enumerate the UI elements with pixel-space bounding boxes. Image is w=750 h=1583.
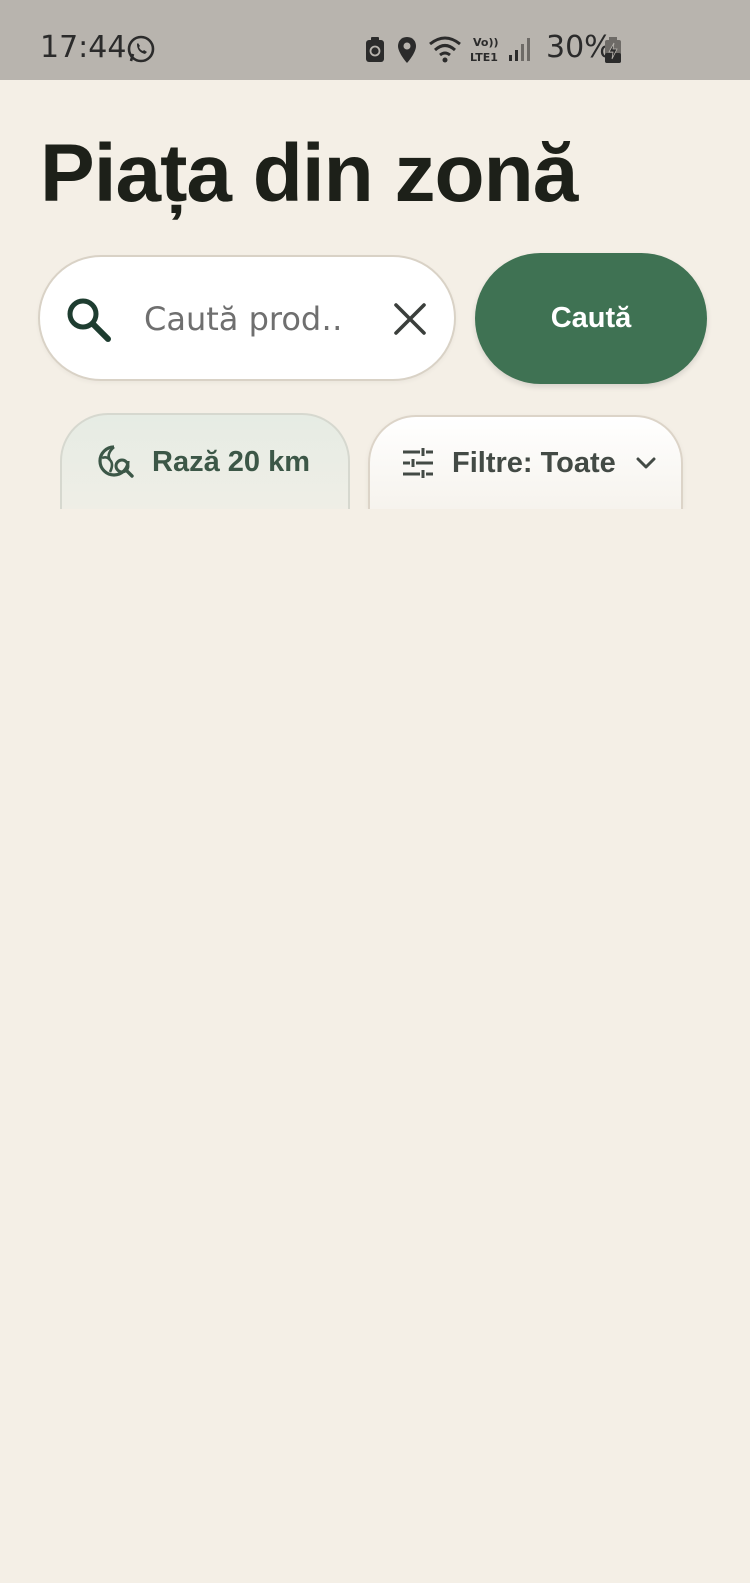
tune-icon bbox=[403, 448, 433, 478]
whatsapp-icon bbox=[127, 35, 155, 63]
battery-saver-icon bbox=[366, 37, 384, 62]
svg-text:Vo)): Vo)) bbox=[473, 36, 499, 49]
radius-chip-label: Rază 20 km bbox=[152, 445, 310, 478]
wifi-icon bbox=[429, 36, 461, 63]
search-box[interactable] bbox=[38, 255, 456, 381]
location-icon bbox=[398, 37, 416, 63]
status-bar: 17:44 Vo)) LTE1 30% bbox=[0, 0, 750, 80]
clear-search-button[interactable] bbox=[386, 295, 434, 343]
signal-icon bbox=[509, 38, 530, 61]
chevron-down-icon bbox=[636, 457, 656, 469]
results-area bbox=[0, 509, 750, 1583]
search-button[interactable]: Caută bbox=[475, 253, 707, 384]
search-input[interactable] bbox=[144, 297, 344, 341]
page-title: Piața din zonă bbox=[40, 128, 578, 219]
battery-charging-icon bbox=[605, 37, 621, 63]
radius-chip[interactable]: Rază 20 km bbox=[60, 413, 350, 509]
close-icon bbox=[394, 303, 426, 335]
volte-lte-icon: Vo)) LTE1 bbox=[470, 36, 499, 64]
globe-search-icon bbox=[98, 445, 134, 478]
search-icon bbox=[67, 298, 111, 342]
svg-text:LTE1: LTE1 bbox=[470, 51, 498, 64]
battery-percentage: 30% bbox=[546, 30, 613, 65]
status-time: 17:44 bbox=[40, 30, 127, 65]
filters-dropdown-label: Filtre: Toate bbox=[452, 446, 616, 479]
filters-dropdown[interactable]: Filtre: Toate bbox=[368, 415, 683, 509]
